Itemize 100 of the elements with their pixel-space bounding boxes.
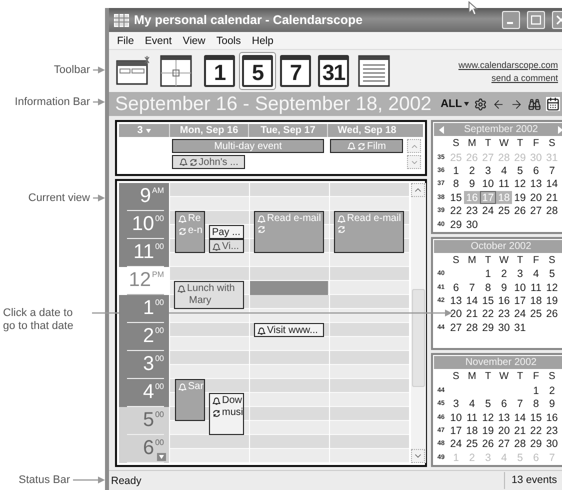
calendar-date[interactable]: 3 <box>480 164 496 177</box>
calendar-date[interactable]: 23 <box>544 424 560 438</box>
menu-item[interactable]: File <box>117 34 134 46</box>
calendar-date[interactable]: 20 <box>528 190 544 204</box>
calendar-date[interactable]: 2 <box>464 164 480 177</box>
calendar-date[interactable]: 31 <box>512 320 528 334</box>
calendar-date[interactable]: 22 <box>528 424 544 438</box>
menu-item[interactable]: Event <box>144 34 172 46</box>
calendar-date[interactable]: 7 <box>544 164 560 177</box>
calendar-date[interactable]: 25 <box>464 437 480 450</box>
calendar-date[interactable]: 4 <box>496 164 512 177</box>
calendar-date[interactable]: 10 <box>512 280 528 294</box>
calendar-date[interactable]: 11 <box>528 280 544 294</box>
calendar-date[interactable]: 18 <box>464 424 480 438</box>
calendar-date[interactable]: 27 <box>496 437 512 450</box>
calendar-date[interactable]: 28 <box>512 437 528 450</box>
calendar-date[interactable]: 5 <box>512 164 528 177</box>
calendar-date[interactable]: 9 <box>464 177 480 190</box>
calendar-date[interactable]: 29 <box>448 218 464 231</box>
calendar-date[interactable]: 25 <box>528 307 544 320</box>
calendar-date[interactable]: 12 <box>480 410 496 424</box>
calendar-date[interactable]: 24 <box>480 204 496 218</box>
event-block[interactable]: Dow musi <box>209 393 244 435</box>
calendar-date[interactable]: 2 <box>496 267 512 280</box>
calendar-date[interactable]: 6 <box>496 397 512 410</box>
calendar-date[interactable]: 28 <box>464 320 480 334</box>
calendar-date[interactable]: 8 <box>528 397 544 410</box>
filter-dropdown[interactable]: ALL <box>440 98 469 110</box>
calendar-date[interactable]: 22 <box>480 307 496 320</box>
calendar-date[interactable]: 14 <box>544 177 560 190</box>
week-view-button[interactable]: 7 <box>277 52 314 90</box>
calendar-date[interactable]: 1 <box>528 384 544 397</box>
calendar-date[interactable]: 12 <box>512 177 528 190</box>
menu-item[interactable]: Help <box>252 34 274 46</box>
calendar-date[interactable]: 9 <box>544 397 560 410</box>
calendar-date[interactable]: 14 <box>512 410 528 424</box>
calendar-date[interactable]: 1 <box>448 164 464 177</box>
calendar-date[interactable]: 4 <box>464 397 480 410</box>
calendar-date[interactable]: 6 <box>528 164 544 177</box>
day-view-button[interactable]: 1 <box>201 52 238 90</box>
calendar-date[interactable]: 20 <box>496 424 512 438</box>
calendar-date[interactable]: 16 <box>496 294 512 308</box>
event-block[interactable]: Pay ... <box>209 225 244 239</box>
event-block[interactable]: Visit www... <box>254 323 324 337</box>
calendar-date[interactable]: 15 <box>480 294 496 308</box>
calendar-date[interactable]: 13 <box>448 294 464 308</box>
calendar-date[interactable]: 27 <box>528 204 544 218</box>
calendar-date[interactable]: 18 <box>528 294 544 308</box>
calendar-date[interactable]: 29 <box>480 320 496 334</box>
calendar-date[interactable]: 5 <box>544 267 560 280</box>
calendar-date[interactable]: 7 <box>512 397 528 410</box>
calendar-date[interactable]: 17 <box>448 424 464 438</box>
calendar-date[interactable]: 19 <box>512 190 528 204</box>
calendar-date[interactable]: 15 <box>528 410 544 424</box>
all-day-event[interactable]: John's ... <box>172 155 245 169</box>
calendar-date[interactable]: 2 <box>544 384 560 397</box>
calendar-date[interactable]: 5 <box>480 397 496 410</box>
calendar-date[interactable]: 30 <box>496 320 512 334</box>
calendar-date[interactable]: 11 <box>496 177 512 190</box>
calendar-date[interactable]: 20 <box>448 307 464 320</box>
calendar-date[interactable]: 8 <box>448 177 464 190</box>
work-week-view-button[interactable]: 5 <box>239 52 276 90</box>
menu-item[interactable]: Tools <box>216 34 241 46</box>
month-view-button[interactable]: 31 <box>315 52 352 90</box>
web-link[interactable]: send a comment <box>491 72 558 82</box>
calendar-date[interactable]: 12 <box>544 280 560 294</box>
calendar-date[interactable]: 29 <box>528 437 544 450</box>
web-link[interactable]: www.calendarscope.com <box>458 60 558 70</box>
calendar-date[interactable]: 13 <box>496 410 512 424</box>
menu-item[interactable]: View <box>182 34 206 46</box>
event-block[interactable]: Lunch with Mary <box>174 281 244 309</box>
calendar-date[interactable]: 24 <box>512 307 528 320</box>
calendar-date[interactable]: 15 <box>448 190 464 204</box>
calendar-date[interactable]: 7 <box>464 280 480 294</box>
calendar-date[interactable]: 6 <box>448 280 464 294</box>
calendar-date[interactable]: 23 <box>496 307 512 320</box>
calendar-date[interactable]: 30 <box>464 218 480 231</box>
calendar-date[interactable]: 25 <box>496 204 512 218</box>
calendar-date[interactable]: 3 <box>512 267 528 280</box>
event-block[interactable]: Vi... <box>209 239 244 253</box>
calendar-date[interactable]: 8 <box>480 280 496 294</box>
calendar-date[interactable]: 14 <box>464 294 480 308</box>
calendar-date[interactable]: 19 <box>544 294 560 308</box>
calendar-date[interactable]: 4 <box>528 267 544 280</box>
calendar-date[interactable]: 30 <box>544 437 560 450</box>
calendar-date[interactable]: 11 <box>464 410 480 424</box>
calendar-date[interactable]: 26 <box>480 437 496 450</box>
calendar-date[interactable]: 13 <box>528 177 544 190</box>
calendar-date[interactable]: 21 <box>512 424 528 438</box>
calendar-date[interactable]: 27 <box>448 320 464 334</box>
calendar-date[interactable]: 26 <box>512 204 528 218</box>
calendar-date[interactable]: 1 <box>480 267 496 280</box>
calendar-date[interactable]: 19 <box>480 424 496 438</box>
calendar-date[interactable]: 16 <box>544 410 560 424</box>
calendar-date[interactable]: 17 <box>512 294 528 308</box>
calendar-date[interactable]: 10 <box>480 177 496 190</box>
calendar-date[interactable]: 21 <box>544 190 560 204</box>
calendar-date[interactable]: 28 <box>544 204 560 218</box>
calendar-date[interactable]: 9 <box>496 280 512 294</box>
calendar-date[interactable]: 3 <box>448 397 464 410</box>
